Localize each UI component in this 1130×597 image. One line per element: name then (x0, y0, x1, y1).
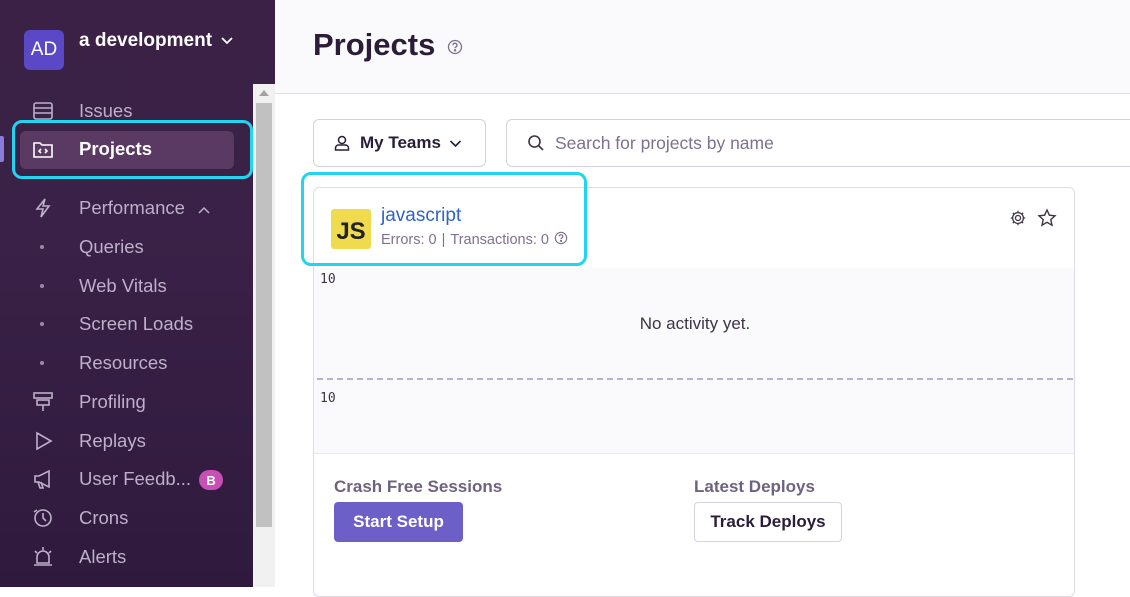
sidebar-item-profiling[interactable]: Profiling (0, 383, 253, 421)
alerts-icon (30, 544, 56, 570)
beta-badge: B (199, 470, 224, 491)
page-title-text: Projects (313, 27, 436, 62)
bullet-icon (40, 245, 44, 249)
sidebar-item-label: Resources (79, 352, 168, 373)
sidebar-item-crons[interactable]: Crons (0, 499, 253, 537)
sidebar-item-label: Alerts (79, 546, 127, 567)
chevron-down-icon (221, 37, 233, 45)
sidebar-item-performance[interactable]: Performance (0, 189, 253, 227)
megaphone-icon (30, 466, 56, 492)
latest-deploys-section: Latest Deploys Track Deploys (694, 477, 842, 542)
crash-free-title: Crash Free Sessions (334, 477, 503, 496)
sidebar-item-queries[interactable]: Queries (0, 228, 253, 266)
sidebar-item-label: Profiling (79, 391, 146, 412)
highlight-annotation (301, 172, 587, 266)
y-axis-tick-bottom: 10 (320, 391, 336, 406)
profiling-icon (30, 389, 56, 415)
crash-free-section: Crash Free Sessions Start Setup (334, 477, 502, 542)
activity-chart: 10 No activity yet. 10 (314, 268, 1074, 454)
latest-deploys-title: Latest Deploys (694, 477, 815, 496)
sidebar-item-web-vitals[interactable]: Web Vitals (0, 267, 253, 305)
chevron-down-icon (449, 139, 462, 147)
sidebar-item-label: Performance (79, 197, 210, 219)
start-setup-button[interactable]: Start Setup (334, 502, 463, 542)
search-icon (528, 135, 544, 151)
y-axis-tick-top: 10 (320, 272, 336, 287)
sidebar-scrollbar[interactable] (253, 84, 275, 587)
sidebar-item-label: Screen Loads (79, 313, 194, 334)
performance-icon (30, 195, 56, 221)
sidebar-item-label: User Feedb... B (79, 468, 224, 491)
org-name[interactable]: a development (79, 30, 234, 52)
track-deploys-button[interactable]: Track Deploys (694, 502, 842, 542)
crons-icon (30, 505, 56, 531)
user-icon (334, 135, 350, 151)
settings-gear-icon[interactable] (1009, 209, 1027, 232)
my-teams-label: My Teams (360, 133, 441, 152)
my-teams-dropdown[interactable]: My Teams (313, 119, 486, 167)
sidebar-item-alerts[interactable]: Alerts (0, 538, 253, 576)
help-icon[interactable] (447, 27, 463, 63)
scroll-up-arrow-icon[interactable] (259, 90, 269, 96)
sidebar: AD a development Issues Projects Perform… (0, 0, 275, 587)
page-title: Projects (313, 27, 463, 63)
sidebar-item-label: Web Vitals (79, 275, 167, 296)
org-name-label: a development (79, 30, 213, 51)
org-avatar[interactable]: AD (24, 30, 64, 70)
bullet-icon (40, 322, 44, 326)
sidebar-item-label: Replays (79, 430, 146, 451)
sidebar-item-label: Queries (79, 236, 144, 257)
empty-chart-message: No activity yet. (639, 314, 751, 333)
replays-icon (30, 428, 56, 454)
project-search-input[interactable]: Search for projects by name (506, 119, 1130, 167)
org-switcher[interactable]: AD a development (24, 30, 234, 70)
scrollbar-thumb[interactable] (256, 103, 272, 527)
search-placeholder: Search for projects by name (555, 132, 774, 153)
sidebar-item-replays[interactable]: Replays (0, 422, 253, 460)
sidebar-item-user-feedback[interactable]: User Feedb... B (0, 460, 253, 498)
sidebar-item-screen-loads[interactable]: Screen Loads (0, 305, 253, 343)
sidebar-item-resources[interactable]: Resources (0, 344, 253, 382)
sidebar-item-label: Issues (79, 100, 133, 121)
highlight-annotation (12, 120, 253, 179)
card-actions (999, 208, 1057, 233)
bullet-icon (40, 284, 44, 288)
bullet-icon (40, 361, 44, 365)
chevron-up-icon (198, 206, 210, 214)
star-bookmark-icon[interactable] (1037, 208, 1057, 233)
sidebar-item-label: Crons (79, 507, 129, 528)
page-header: Projects (275, 0, 1130, 94)
main-content: Projects My Teams Search for projects by… (275, 0, 1130, 597)
chart-divider-line (317, 378, 1073, 380)
